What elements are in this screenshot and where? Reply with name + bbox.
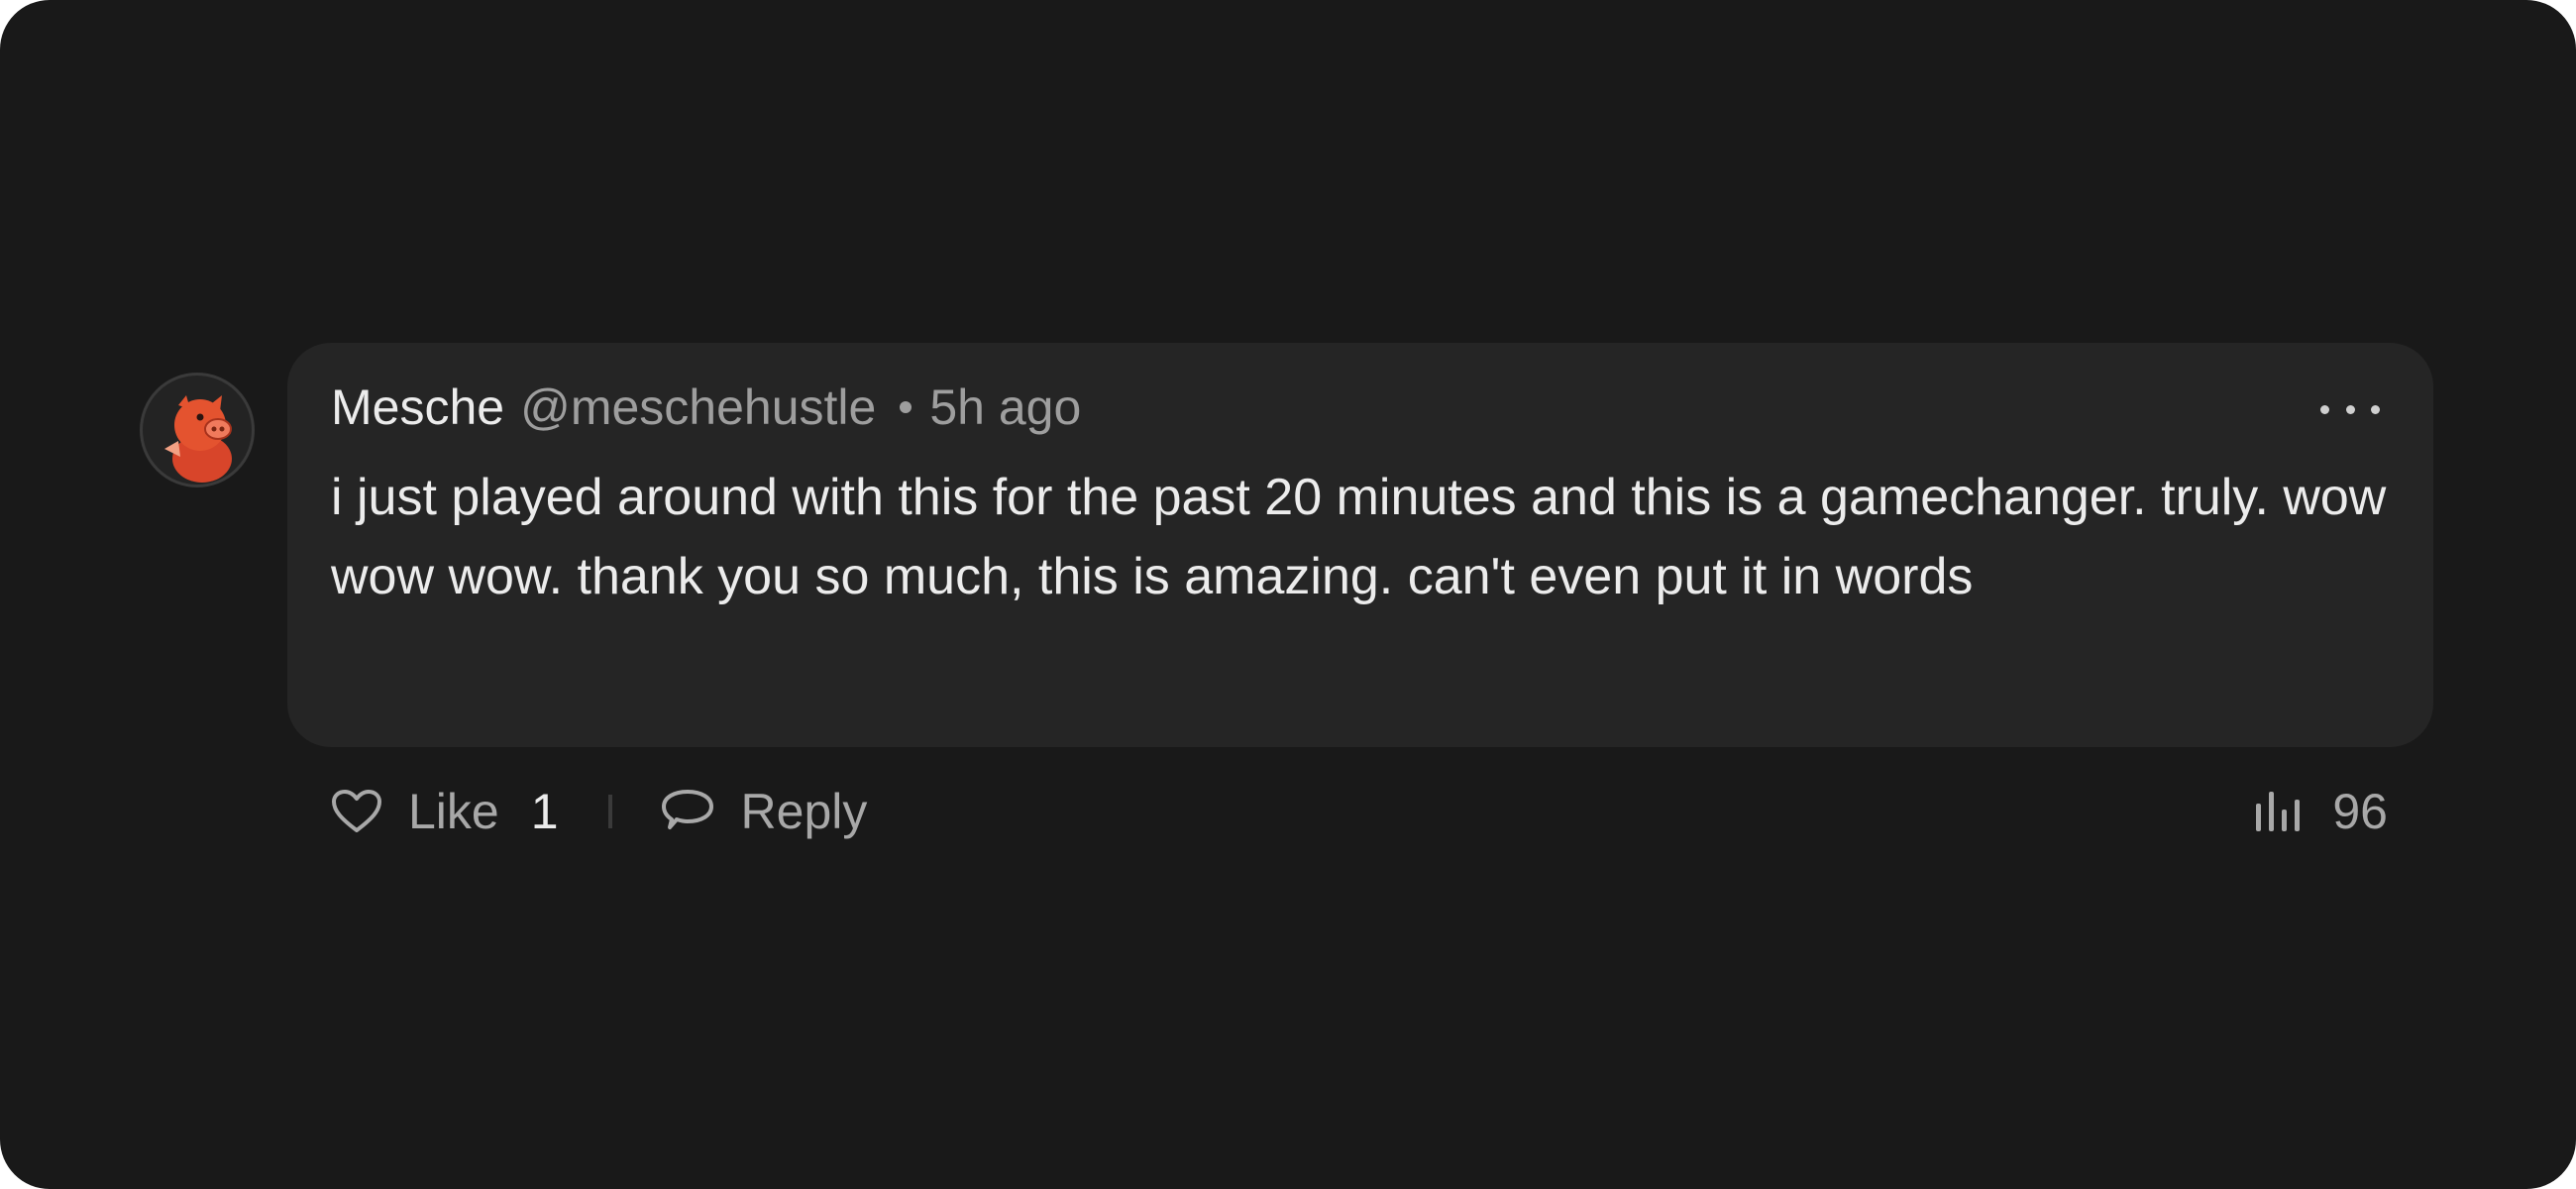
view-count: 96 [2253,777,2388,846]
comment-actions: Like 1 Reply [331,777,867,846]
reply-button[interactable]: Reply [660,783,868,840]
avatar[interactable] [140,373,255,487]
reply-label: Reply [740,784,868,839]
pig-avatar-icon [164,395,232,483]
speech-bubble-icon [661,790,713,829]
timestamp: 5h ago [929,379,1082,435]
author-name[interactable]: Mesche [331,377,504,438]
heart-icon [332,790,381,832]
comment-header: Mesche @meschehustle 5h ago [331,377,1081,438]
bar-chart-icon [2256,792,2301,831]
more-options-icon-dot [2371,404,2380,414]
more-options-icon-dot [2345,404,2355,414]
like-label: Like [408,784,499,839]
comment-bubble: Mesche @meschehustle 5h ago i just playe… [287,343,2433,747]
comment-body: i just played around with this for the p… [331,469,2401,605]
like-button[interactable]: Like 1 [331,783,559,840]
more-options-button[interactable] [2320,394,2380,424]
comment-panel: Mesche @meschehustle 5h ago i just playe… [0,0,2576,1189]
author-handle[interactable]: @meschehustle [520,377,876,438]
like-count: 1 [530,784,559,839]
separator-dot [900,401,912,413]
action-divider [607,795,612,828]
views-count: 96 [2332,784,2388,839]
more-options-icon [2320,404,2329,414]
